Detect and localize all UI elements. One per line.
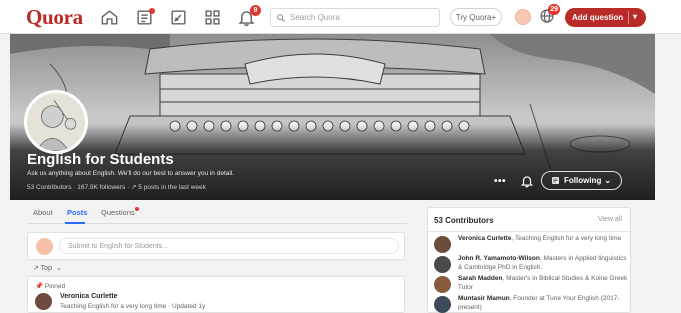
contributor-avatar[interactable] [434, 236, 451, 253]
space-avatar[interactable] [24, 90, 88, 154]
contributor-avatar[interactable] [434, 276, 451, 293]
contributor-name[interactable]: John R. Yamamoto-Wilson [458, 255, 540, 262]
post-author-name[interactable]: Veronica Curlette [60, 293, 118, 300]
contributor-text: Veronica Curlette, Teaching English for … [458, 235, 622, 242]
following-button[interactable]: Following ⌄ [541, 171, 622, 190]
space-tabs: About Posts Questions [27, 200, 407, 224]
search-bar[interactable] [270, 8, 440, 27]
contributor-avatar[interactable] [434, 256, 451, 273]
contributor-row[interactable]: John R. Yamamoto-Wilson, Masters in Appl… [434, 255, 630, 277]
space-meta[interactable]: 53 Contributors · 167.9K followers · ↗ 5… [27, 183, 206, 191]
pinned-post-card: 📌 Pinned Veronica Curlette Teaching Engl… [27, 276, 405, 313]
contributor-text: Muntasir Mamun, Founder at Tune Your Eng… [458, 295, 620, 311]
contributor-name[interactable]: Veronica Curlette [458, 235, 511, 242]
spaces-icon[interactable] [201, 6, 223, 28]
chevron-down-icon[interactable]: ▾ [633, 12, 637, 21]
contributor-name[interactable]: Sarah Madden [458, 275, 502, 282]
space-feed: About Posts Questions Submit to English … [27, 200, 407, 313]
space-banner: English for Students Ask us anything abo… [10, 34, 655, 200]
pinned-label-row: 📌 Pinned [35, 282, 65, 290]
chevron-down-icon: ⌄ [604, 176, 612, 185]
questions-dot [135, 207, 139, 211]
following-icon [552, 177, 559, 184]
active-tab-underline [65, 222, 85, 224]
view-all-link[interactable]: View all [598, 216, 622, 223]
contributor-text: Sarah Madden, Master's in Biblical Studi… [458, 275, 628, 291]
sort-dropdown[interactable]: ↗ Top ⌄ [33, 264, 62, 272]
submit-post-input[interactable]: Submit to English for Students... [59, 238, 399, 254]
quora-logo[interactable]: Quora [26, 5, 83, 30]
notification-bell-icon[interactable] [520, 174, 534, 188]
language-globe-icon[interactable]: 29 [538, 4, 560, 27]
post-author-avatar[interactable] [35, 293, 52, 310]
contributor-name[interactable]: Muntasir Mamun [458, 295, 510, 302]
contributors-title: 53 Contributors [434, 216, 494, 225]
contributor-avatar[interactable] [434, 296, 451, 313]
try-quora-plus-button[interactable]: Try Quora+ [450, 8, 502, 26]
add-question-button[interactable]: Add question ▾ [565, 8, 646, 27]
search-input[interactable] [290, 13, 430, 22]
composer-avatar[interactable] [36, 238, 53, 255]
user-avatar[interactable] [515, 9, 531, 25]
contributor-row[interactable]: Muntasir Mamun, Founder at Tune Your Eng… [434, 295, 630, 313]
tab-questions[interactable]: Questions [101, 208, 135, 217]
notifications-icon[interactable]: 9 [235, 5, 261, 28]
add-question-label: Add question [572, 13, 624, 22]
contributor-row[interactable]: Veronica Curlette, Teaching English for … [434, 235, 630, 257]
contributors-header: 53 Contributors View all [428, 208, 632, 232]
button-divider [628, 11, 629, 24]
pinned-label: Pinned [44, 283, 66, 290]
following-label: Following [564, 176, 602, 185]
home-icon[interactable] [98, 6, 120, 28]
space-description: Ask us anything about English. We'll do … [27, 170, 235, 177]
post-composer: Submit to English for Students... [27, 232, 405, 260]
contributor-row[interactable]: Sarah Madden, Master's in Biblical Studi… [434, 275, 630, 297]
globe-badge: 29 [548, 4, 560, 15]
chevron-down-icon: ⌄ [55, 265, 62, 272]
tab-posts[interactable]: Posts [67, 208, 87, 217]
following-dot [149, 8, 155, 14]
contributor-text: John R. Yamamoto-Wilson, Masters in Appl… [458, 255, 627, 271]
answer-icon[interactable] [167, 6, 189, 28]
tab-about[interactable]: About [33, 208, 53, 217]
more-options-button[interactable]: ••• [494, 176, 506, 187]
contributors-card: 53 Contributors View all Veronica Curlet… [427, 207, 632, 313]
post-author-credential: Teaching English for a very long time · … [60, 303, 206, 310]
contributor-credential: Teaching English for a very long time [514, 235, 622, 242]
pin-icon: 📌 [35, 283, 44, 290]
top-navigation-bar: Quora 9 Try Quora+ 29 Add question ▾ [0, 0, 681, 34]
following-icon[interactable] [133, 6, 155, 28]
notification-badge: 9 [250, 5, 261, 16]
search-icon [277, 13, 286, 22]
sort-label: ↗ Top [33, 265, 52, 272]
space-title: English for Students [27, 151, 174, 168]
space-avatar-image [27, 93, 85, 151]
